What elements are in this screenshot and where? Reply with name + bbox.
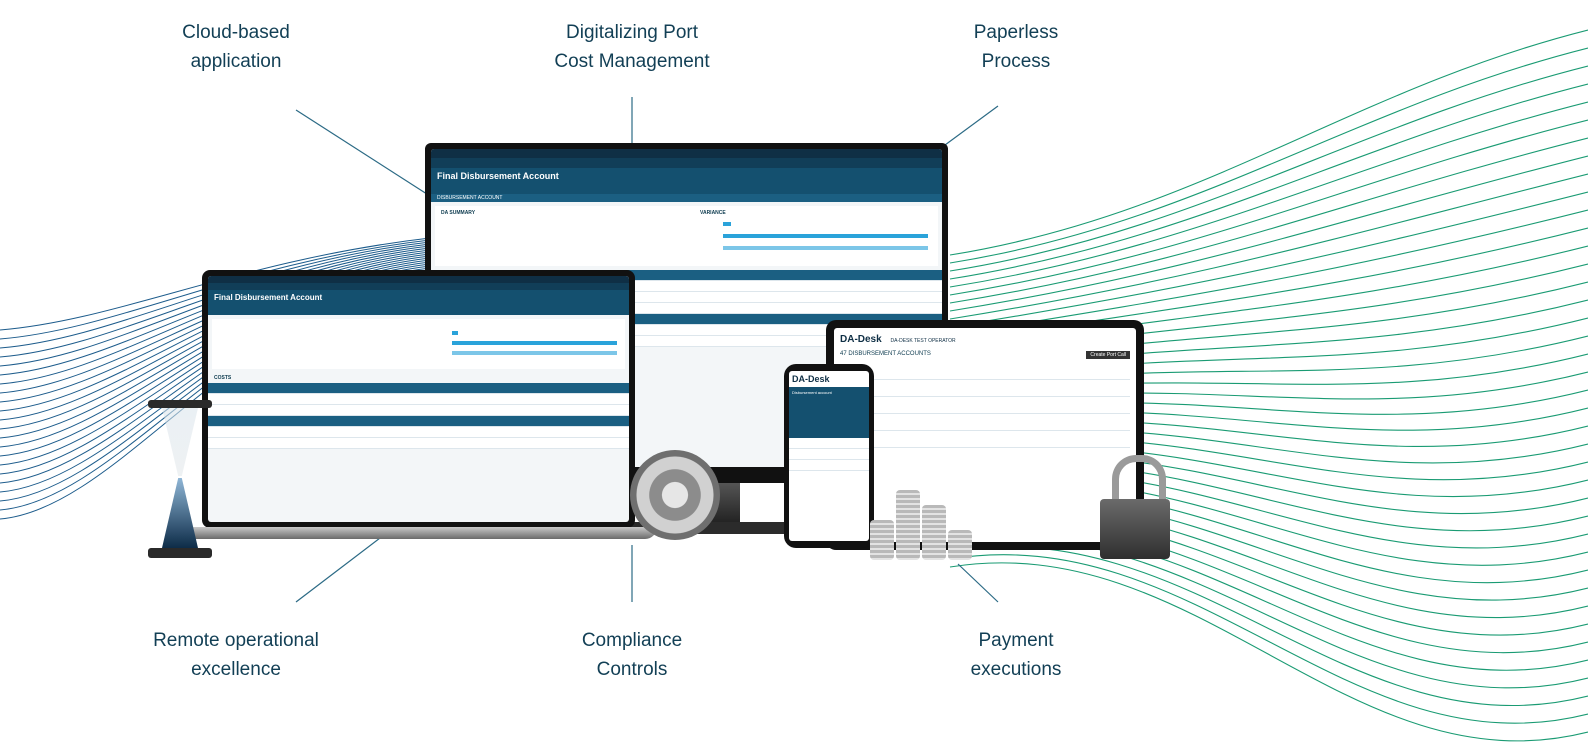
feature-line: Controls xyxy=(596,659,668,680)
feature-line: Compliance xyxy=(581,630,683,651)
table-header xyxy=(208,416,629,427)
filter-row xyxy=(840,369,1130,380)
gear-icon xyxy=(630,450,720,540)
variance-bar xyxy=(452,351,617,355)
feature-line: Cloud-based xyxy=(182,22,290,43)
variance-bar xyxy=(723,246,928,250)
filter-row xyxy=(840,403,1130,414)
feature-cloud-based: Cloud-based application xyxy=(116,18,356,76)
table-row xyxy=(840,420,1130,431)
feature-payment: Payment executions xyxy=(896,626,1136,684)
wave-line xyxy=(949,47,1588,264)
variance-heading: VARIANCE xyxy=(700,210,726,216)
page-subtitle xyxy=(208,305,629,315)
page-title: Final Disbursement Account xyxy=(431,168,942,184)
page-title: Final Disbursement Account xyxy=(208,290,629,305)
app-nav xyxy=(431,158,942,168)
feature-line: excellence xyxy=(191,659,281,680)
feature-paperless: Paperless Process xyxy=(896,18,1136,76)
padlock-icon xyxy=(1100,455,1170,560)
table-row xyxy=(208,394,629,405)
connector-cloud xyxy=(295,109,431,197)
feature-line: Remote operational xyxy=(153,630,319,651)
laptop: Final Disbursement Account COSTS xyxy=(202,270,635,528)
tablet-heading: 47 DISBURSEMENT ACCOUNTS xyxy=(840,351,931,357)
page-subtitle xyxy=(431,184,942,194)
variance-bar xyxy=(452,341,617,345)
list-item xyxy=(789,438,869,449)
feature-digitalizing: Digitalizing Port Cost Management xyxy=(512,18,752,76)
connector-paperless xyxy=(944,105,999,146)
laptop-screen: Final Disbursement Account COSTS xyxy=(208,276,629,522)
feature-line: Process xyxy=(981,51,1051,72)
create-port-call-button[interactable]: Create Port Call xyxy=(1086,351,1130,359)
feature-line: Digitalizing Port xyxy=(566,22,698,43)
table-row xyxy=(208,438,629,449)
app-nav xyxy=(208,283,629,290)
feature-line: application xyxy=(190,51,282,72)
summary-heading: DA SUMMARY xyxy=(441,210,476,216)
connector-payment xyxy=(957,563,999,603)
table-header xyxy=(208,383,629,394)
table-row xyxy=(840,437,1130,448)
wave-line xyxy=(949,65,1588,272)
phone-heading: Disbursement account xyxy=(789,387,869,398)
wave-line xyxy=(949,173,1588,320)
feature-line: Payment xyxy=(978,630,1054,651)
feature-line: executions xyxy=(970,659,1062,680)
laptop-base xyxy=(180,527,657,539)
table-row xyxy=(208,427,629,438)
app-topbar xyxy=(431,149,942,158)
wave-line xyxy=(949,101,1588,288)
app-topbar xyxy=(208,276,629,283)
costs-heading: COSTS xyxy=(214,375,232,381)
variance-bar xyxy=(723,234,928,238)
phone-screen: DA-Desk Disbursement account xyxy=(789,371,869,541)
summary-panel xyxy=(212,319,625,369)
feature-remote: Remote operational excellence xyxy=(116,626,356,684)
hourglass-icon xyxy=(148,400,212,558)
list-item xyxy=(789,460,869,471)
tab-disbursement[interactable]: DISBURSEMENT ACCOUNT xyxy=(431,194,942,202)
summary-panel: DA SUMMARY VARIANCE xyxy=(435,206,938,266)
coin-stacks xyxy=(870,470,990,560)
feature-compliance: Compliance Controls xyxy=(512,626,752,684)
variance-bar xyxy=(723,222,731,226)
phone-details xyxy=(789,398,869,438)
tablet-operator: DA-DESK TEST OPERATOR xyxy=(890,338,956,344)
variance-bar xyxy=(452,331,458,335)
phone-brand: DA-Desk xyxy=(792,374,830,384)
wave-line xyxy=(949,137,1588,304)
connector-remote xyxy=(295,534,385,603)
feature-line: Cost Management xyxy=(554,51,710,72)
tablet-brand: DA-Desk xyxy=(840,334,882,345)
smartphone: DA-Desk Disbursement account xyxy=(784,364,874,548)
filter-row xyxy=(840,386,1130,397)
list-item xyxy=(789,449,869,460)
table-row xyxy=(208,405,629,416)
feature-line: Paperless xyxy=(973,22,1059,43)
